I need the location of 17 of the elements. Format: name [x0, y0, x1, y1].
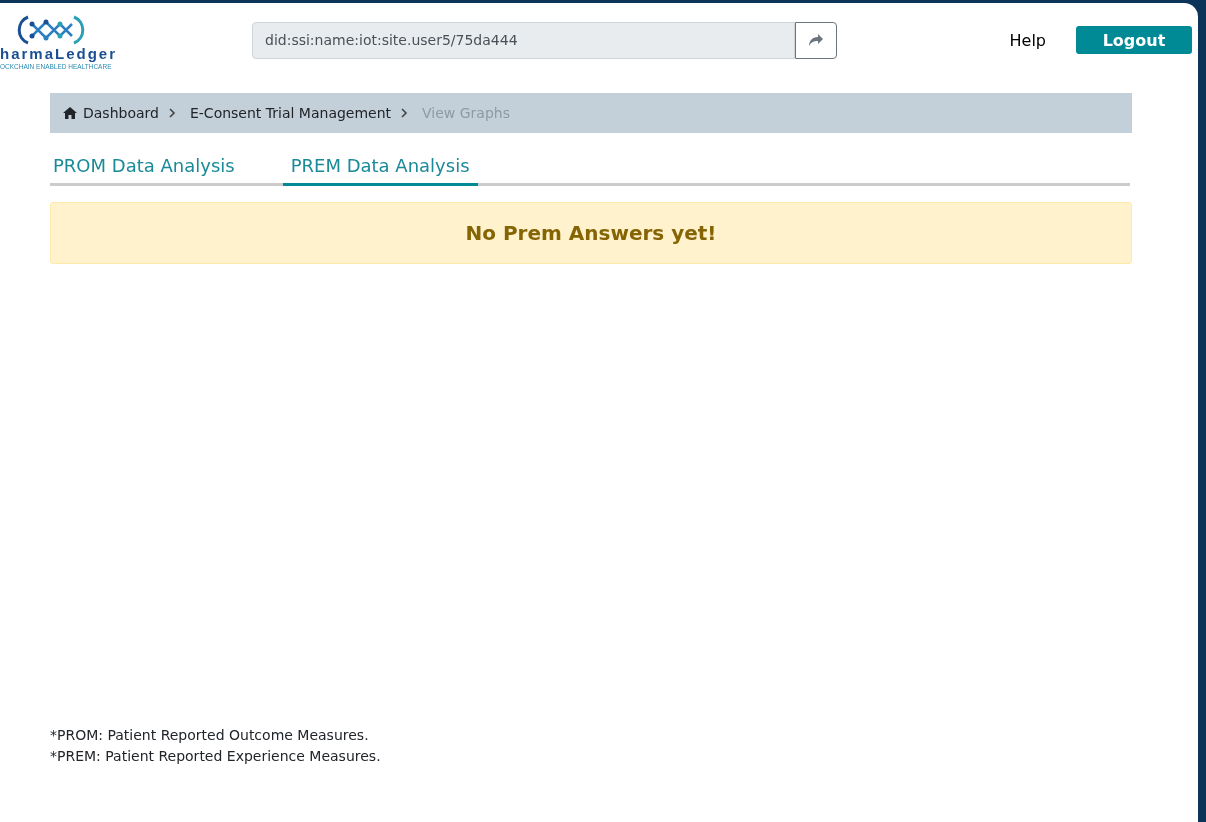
breadcrumb-item[interactable]: E-Consent Trial Management: [189, 105, 392, 121]
share-button[interactable]: [795, 21, 837, 59]
logout-button[interactable]: Logout: [1076, 26, 1192, 54]
footnote: *PREM: Patient Reported Experience Measures.: [50, 747, 381, 766]
logo-icon: [16, 13, 86, 46]
logo-name: harmaLedger: [0, 45, 118, 62]
help-link[interactable]: Help: [1009, 30, 1046, 50]
chevron-icon: [401, 108, 409, 118]
home-icon: [63, 107, 77, 119]
chevron-icon: [168, 108, 176, 118]
identity-field[interactable]: did:ssi:name:iot:site.user5/75da444: [252, 21, 795, 59]
breadcrumb-item[interactable]: Dashboard: [63, 105, 159, 121]
share-icon: [808, 33, 824, 47]
tab[interactable]: PREM Data Analysis: [282, 155, 478, 186]
alert-message: No Prem Answers yet!: [465, 221, 717, 245]
tab[interactable]: PROM Data Analysis: [53, 155, 243, 186]
footnote: *PROM: Patient Reported Outcome Measures.: [50, 726, 370, 745]
